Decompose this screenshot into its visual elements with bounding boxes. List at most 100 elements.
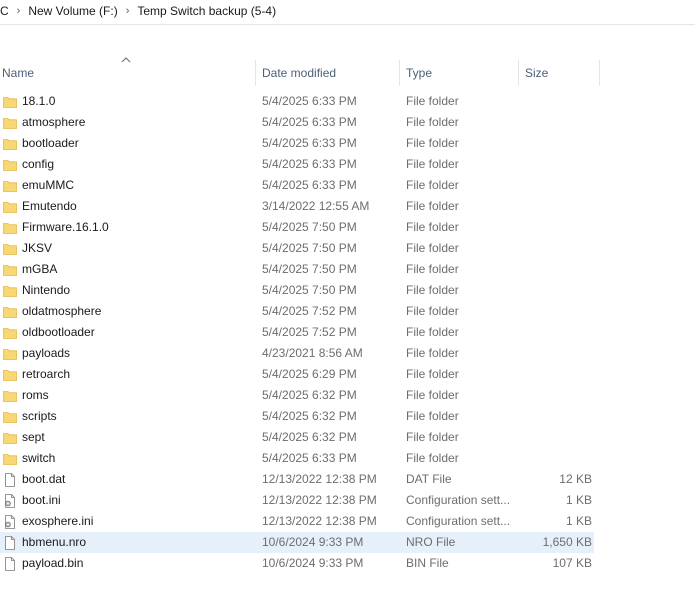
file-type: Configuration sett...: [406, 514, 511, 528]
breadcrumb-item-current-folder[interactable]: Temp Switch backup (5-4): [137, 4, 276, 18]
file-date-modified: 5/4/2025 7:50 PM: [262, 241, 357, 255]
file-type: File folder: [406, 367, 459, 381]
folder-icon: [3, 433, 17, 444]
file-list: 18.1.0 5/4/2025 6:33 PM File folder atmosph…: [0, 91, 695, 574]
breadcrumb-item-new-volume[interactable]: New Volume (F:): [28, 4, 117, 18]
file-type: File folder: [406, 304, 459, 318]
folder-icon: [3, 139, 17, 150]
file-name: bootloader: [22, 136, 79, 150]
file-row[interactable]: hbmenu.nro 10/6/2024 9:33 PM NRO File 1,650…: [0, 532, 695, 553]
file-row[interactable]: atmosphere 5/4/2025 6:33 PM File folder: [0, 112, 695, 133]
file-row[interactable]: exosphere.ini 12/13/2022 12:38 PM Configur…: [0, 511, 695, 532]
file-size: 107 KB: [552, 556, 592, 570]
breadcrumb-item-drive-root[interactable]: C: [0, 4, 9, 18]
file-type: File folder: [406, 94, 459, 108]
file-row[interactable]: scripts 5/4/2025 6:32 PM File folder: [0, 406, 695, 427]
column-header-name[interactable]: Name: [0, 60, 256, 86]
column-header-date-modified[interactable]: Date modified: [256, 60, 400, 86]
file-type: File folder: [406, 409, 459, 423]
file-name: Emutendo: [22, 199, 77, 213]
file-name: sept: [22, 430, 45, 444]
file-size: 1 KB: [565, 493, 592, 507]
file-row[interactable]: oldbootloader 5/4/2025 7:52 PM File folder: [0, 322, 695, 343]
breadcrumb: C › New Volume (F:) › Temp Switch backup…: [0, 4, 276, 18]
file-type: File folder: [406, 451, 459, 465]
file-row[interactable]: switch 5/4/2025 6:33 PM File folder: [0, 448, 695, 469]
file-row[interactable]: Nintendo 5/4/2025 7:50 PM File folder: [0, 280, 695, 301]
file-row[interactable]: config 5/4/2025 6:33 PM File folder: [0, 154, 695, 175]
file-date-modified: 5/4/2025 6:32 PM: [262, 430, 357, 444]
file-icon: [5, 536, 15, 550]
file-icon: [5, 473, 15, 487]
file-row[interactable]: retroarch 5/4/2025 6:29 PM File folder: [0, 364, 695, 385]
file-row[interactable]: payload.bin 10/6/2024 9:33 PM BIN File 107 …: [0, 553, 695, 574]
file-row[interactable]: payloads 4/23/2021 8:56 AM File folder: [0, 343, 695, 364]
folder-icon: [3, 160, 17, 171]
file-type: BIN File: [406, 556, 449, 570]
file-date-modified: 12/13/2022 12:38 PM: [262, 514, 377, 528]
file-type: File folder: [406, 325, 459, 339]
file-date-modified: 5/4/2025 7:50 PM: [262, 220, 357, 234]
file-size: 1,650 KB: [542, 535, 592, 549]
file-date-modified: 12/13/2022 12:38 PM: [262, 493, 377, 507]
file-date-modified: 3/14/2022 12:55 AM: [262, 199, 370, 213]
file-type: File folder: [406, 430, 459, 444]
file-type: Configuration sett...: [406, 493, 511, 507]
file-type: File folder: [406, 178, 459, 192]
file-type: File folder: [406, 262, 459, 276]
file-size: 12 KB: [559, 472, 592, 486]
file-name: oldatmosphere: [22, 304, 102, 318]
file-type: File folder: [406, 136, 459, 150]
file-row[interactable]: mGBA 5/4/2025 7:50 PM File folder: [0, 259, 695, 280]
file-date-modified: 5/4/2025 7:50 PM: [262, 262, 357, 276]
folder-icon: [3, 370, 17, 381]
file-type: File folder: [406, 346, 459, 360]
file-row[interactable]: JKSV 5/4/2025 7:50 PM File folder: [0, 238, 695, 259]
file-date-modified: 5/4/2025 6:29 PM: [262, 367, 357, 381]
file-name: retroarch: [22, 367, 71, 381]
file-type: NRO File: [406, 535, 456, 549]
settings-file-icon: [5, 515, 15, 529]
file-row[interactable]: Emutendo 3/14/2022 12:55 AM File folder: [0, 196, 695, 217]
address-bar[interactable]: C › New Volume (F:) › Temp Switch backup…: [0, 0, 695, 25]
file-date-modified: 5/4/2025 7:52 PM: [262, 304, 357, 318]
file-row[interactable]: bootloader 5/4/2025 6:33 PM File folder: [0, 133, 695, 154]
folder-icon: [3, 244, 17, 255]
file-row[interactable]: boot.dat 12/13/2022 12:38 PM DAT File 12 KB: [0, 469, 695, 490]
file-date-modified: 5/4/2025 6:33 PM: [262, 157, 357, 171]
file-row[interactable]: sept 5/4/2025 6:32 PM File folder: [0, 427, 695, 448]
file-date-modified: 10/6/2024 9:33 PM: [262, 556, 364, 570]
file-date-modified: 5/4/2025 6:32 PM: [262, 409, 357, 423]
file-name: scripts: [22, 409, 57, 423]
chevron-right-icon[interactable]: ›: [118, 5, 138, 17]
file-date-modified: 5/4/2025 7:50 PM: [262, 283, 357, 297]
file-row[interactable]: Firmware.16.1.0 5/4/2025 7:50 PM File fold…: [0, 217, 695, 238]
folder-icon: [3, 202, 17, 213]
file-row[interactable]: 18.1.0 5/4/2025 6:33 PM File folder: [0, 91, 695, 112]
chevron-right-icon[interactable]: ›: [9, 5, 29, 17]
file-name: switch: [22, 451, 56, 465]
file-row[interactable]: boot.ini 12/13/2022 12:38 PM Configuration…: [0, 490, 695, 511]
file-name: payloads: [22, 346, 71, 360]
file-name: boot.dat: [22, 472, 66, 486]
file-date-modified: 10/6/2024 9:33 PM: [262, 535, 364, 549]
file-name: mGBA: [22, 262, 58, 276]
folder-icon: [3, 328, 17, 339]
file-row[interactable]: roms 5/4/2025 6:32 PM File folder: [0, 385, 695, 406]
file-name: config: [22, 157, 55, 171]
file-row[interactable]: emuMMC 5/4/2025 6:33 PM File folder: [0, 175, 695, 196]
file-name: emuMMC: [22, 178, 75, 192]
column-header-size[interactable]: Size: [519, 60, 600, 86]
file-size: 1 KB: [565, 514, 592, 528]
file-date-modified: 5/4/2025 6:33 PM: [262, 451, 357, 465]
file-row[interactable]: oldatmosphere 5/4/2025 7:52 PM File folder: [0, 301, 695, 322]
file-type: File folder: [406, 115, 459, 129]
column-header-type[interactable]: Type: [400, 60, 519, 86]
file-date-modified: 5/4/2025 6:33 PM: [262, 115, 357, 129]
folder-icon: [3, 223, 17, 234]
file-date-modified: 12/13/2022 12:38 PM: [262, 472, 377, 486]
file-date-modified: 4/23/2021 8:56 AM: [262, 346, 363, 360]
file-name: Nintendo: [22, 283, 71, 297]
file-date-modified: 5/4/2025 6:32 PM: [262, 388, 357, 402]
folder-icon: [3, 412, 17, 423]
